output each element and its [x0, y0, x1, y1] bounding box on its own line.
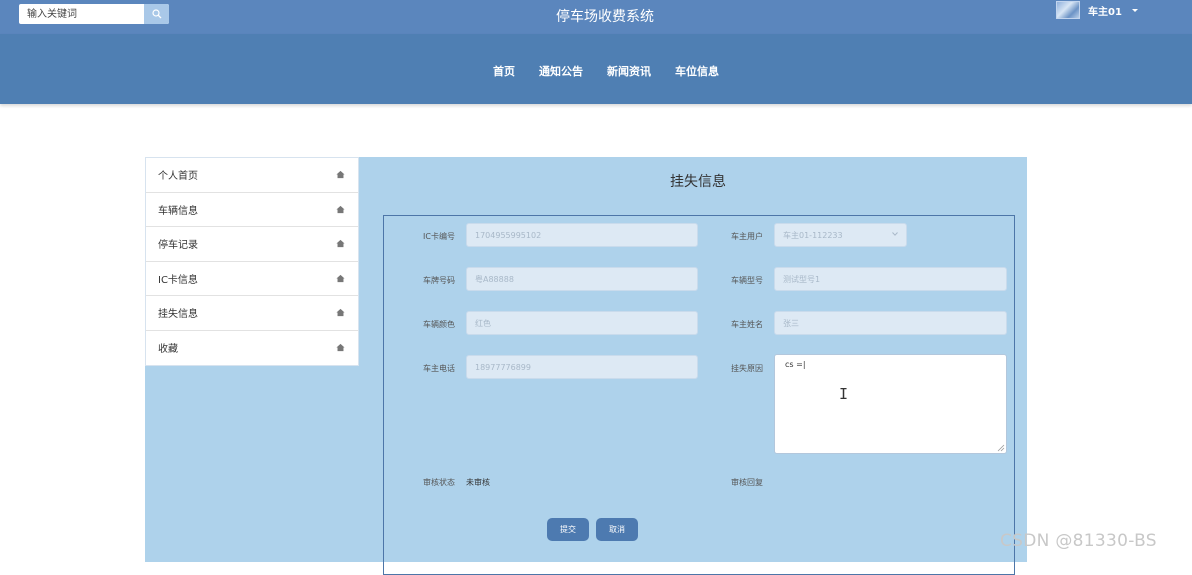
home-icon — [336, 309, 345, 317]
home-icon — [336, 240, 345, 248]
plate-value: 粤A88888 — [475, 274, 514, 284]
sidebar-item-ic-card-info[interactable]: IC卡信息 — [146, 262, 358, 296]
owner-user-value: 车主01-112233 — [783, 230, 843, 240]
submit-button[interactable]: 提交 — [547, 518, 589, 541]
site-title: 停车场收费系统 — [556, 9, 654, 25]
phone-field[interactable]: 18977776899 — [466, 355, 698, 379]
home-icon — [336, 171, 345, 179]
audit-status-value: 未审核 — [466, 478, 490, 487]
sidebar-item-label: 挂失信息 — [158, 309, 198, 321]
ic-card-field[interactable]: 1704955995102 — [466, 223, 698, 247]
sidebar-item-parking-records[interactable]: 停车记录 — [146, 227, 358, 262]
phone-label: 车主电话 — [423, 364, 455, 373]
reason-value: cs =| — [785, 360, 806, 369]
model-value: 测试型号1 — [783, 274, 821, 284]
avatar[interactable] — [1056, 1, 1080, 19]
sidebar-item-label: IC卡信息 — [158, 274, 198, 286]
color-value: 红色 — [475, 318, 491, 328]
owner-name-value: 张三 — [783, 318, 799, 328]
nav-item-parking-spaces[interactable]: 车位信息 — [675, 63, 719, 79]
owner-name-label: 车主姓名 — [731, 320, 763, 329]
sidebar: 个人首页 车辆信息 停车记录 IC卡信息 挂失信息 收藏 — [145, 157, 359, 366]
chevron-down-icon[interactable] — [1131, 8, 1138, 12]
owner-user-select[interactable]: 车主01-112233 — [774, 223, 907, 247]
reason-label: 挂失原因 — [731, 364, 763, 373]
sidebar-item-favorites[interactable]: 收藏 — [146, 331, 358, 366]
plate-field[interactable]: 粤A88888 — [466, 267, 698, 291]
sidebar-item-label: 个人首页 — [158, 171, 198, 183]
user-menu[interactable]: 车主01 — [1056, 0, 1138, 20]
sidebar-item-loss-report[interactable]: 挂失信息 — [146, 296, 358, 331]
nav-item-news[interactable]: 新闻资讯 — [607, 63, 651, 79]
audit-reply-label: 审核回复 — [731, 478, 763, 487]
sidebar-item-label: 车辆信息 — [158, 205, 198, 217]
audit-status-label: 审核状态 — [423, 478, 455, 487]
cancel-button[interactable]: 取消 — [596, 518, 638, 541]
plate-label: 车牌号码 — [423, 276, 455, 285]
model-label: 车辆型号 — [731, 276, 763, 285]
user-name[interactable]: 车主01 — [1088, 3, 1122, 18]
owner-name-field[interactable]: 张三 — [774, 311, 1007, 335]
watermark: CSDN @81330-BS — [1000, 531, 1157, 551]
sidebar-item-personal-home[interactable]: 个人首页 — [146, 158, 358, 193]
ic-card-label: IC卡编号 — [423, 232, 455, 241]
reason-textarea[interactable]: cs =| — [774, 354, 1007, 454]
color-field[interactable]: 红色 — [466, 311, 698, 335]
resize-grip-icon[interactable] — [997, 444, 1005, 452]
nav-item-notices[interactable]: 通知公告 — [539, 63, 583, 79]
owner-user-label: 车主用户 — [731, 232, 763, 241]
nav-item-home[interactable]: 首页 — [493, 63, 515, 79]
text-cursor-icon: I — [839, 385, 849, 403]
color-label: 车辆颜色 — [423, 320, 455, 329]
home-icon — [336, 274, 345, 282]
sidebar-item-vehicle-info[interactable]: 车辆信息 — [146, 193, 358, 227]
home-icon — [336, 344, 345, 352]
sidebar-item-label: 收藏 — [158, 344, 178, 356]
chevron-down-icon — [892, 232, 898, 236]
phone-value: 18977776899 — [475, 362, 531, 372]
model-field[interactable]: 测试型号1 — [774, 267, 1007, 291]
main-navbar: 首页 通知公告 新闻资讯 车位信息 — [0, 34, 1192, 104]
sidebar-item-label: 停车记录 — [158, 240, 198, 252]
home-icon — [336, 205, 345, 213]
page-title: 挂失信息 — [670, 174, 726, 190]
ic-card-value: 1704955995102 — [475, 230, 542, 240]
top-header: 停车场收费系统 车主01 — [0, 0, 1192, 34]
